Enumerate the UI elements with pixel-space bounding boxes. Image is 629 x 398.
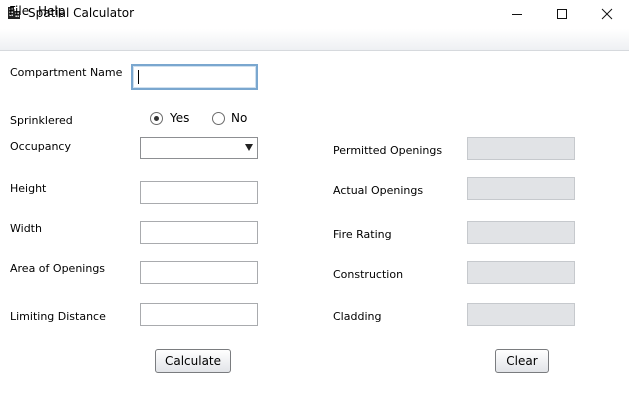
- height-label: Height: [10, 182, 47, 195]
- menu-file[interactable]: File: [9, 4, 29, 18]
- sprinklered-no-label[interactable]: No: [231, 111, 247, 125]
- height-input[interactable]: [140, 181, 258, 204]
- compartment-name-label: Compartment Name: [10, 66, 123, 79]
- cladding-label: Cladding: [333, 310, 382, 323]
- occupancy-label: Occupancy: [10, 140, 71, 153]
- menu-help[interactable]: Help: [38, 4, 65, 18]
- construction-output: [467, 261, 575, 284]
- compartment-name-input[interactable]: [131, 64, 258, 90]
- actual-openings-output: [467, 177, 575, 200]
- actual-openings-label: Actual Openings: [333, 184, 424, 197]
- width-label: Width: [10, 222, 42, 235]
- text-caret: [138, 70, 139, 84]
- radio-selected-dot: [154, 116, 159, 121]
- calculate-button[interactable]: Calculate: [155, 349, 231, 373]
- clear-button[interactable]: Clear: [495, 349, 549, 373]
- permitted-openings-output: [467, 137, 575, 160]
- limiting-distance-label: Limiting Distance: [10, 310, 106, 323]
- maximize-button[interactable]: [539, 0, 585, 28]
- construction-label: Construction: [333, 268, 404, 281]
- sprinklered-yes-radio[interactable]: [150, 112, 163, 125]
- minimize-icon: [512, 14, 522, 15]
- width-input[interactable]: [140, 221, 258, 244]
- occupancy-dropdown[interactable]: [140, 137, 258, 159]
- sprinklered-no-radio[interactable]: [212, 112, 225, 125]
- close-button[interactable]: [584, 0, 629, 28]
- maximize-icon: [557, 9, 567, 19]
- limiting-distance-input[interactable]: [140, 303, 258, 326]
- sprinklered-yes-label[interactable]: Yes: [170, 111, 189, 125]
- sprinklered-label: Sprinklered: [10, 114, 73, 127]
- cladding-output: [467, 303, 575, 326]
- minimize-button[interactable]: [494, 0, 540, 28]
- fire-rating-output: [467, 221, 575, 244]
- menu-bar: [0, 29, 629, 51]
- fire-rating-label: Fire Rating: [333, 228, 392, 241]
- dropdown-arrow-icon: [245, 144, 253, 151]
- permitted-openings-label: Permitted Openings: [333, 144, 443, 157]
- area-of-openings-label: Area of Openings: [10, 262, 106, 275]
- area-of-openings-input[interactable]: [140, 261, 258, 284]
- close-icon: [601, 8, 613, 20]
